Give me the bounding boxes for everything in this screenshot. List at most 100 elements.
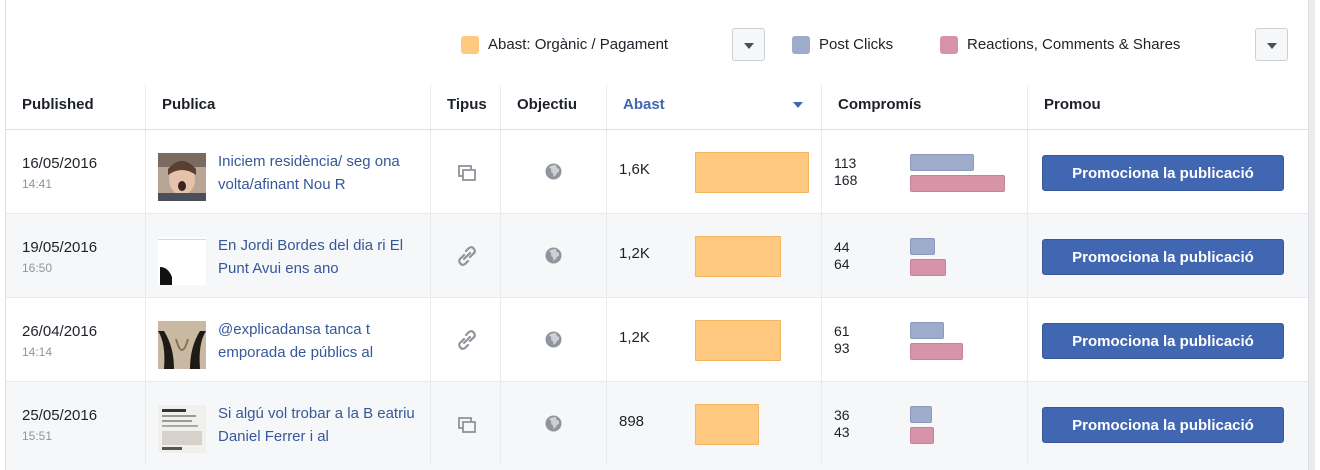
engagement-dropdown-button[interactable] xyxy=(1255,28,1288,61)
post-cell[interactable]: En Jordi Bordes del dia ri El Punt Avui … xyxy=(146,214,431,297)
type-cell xyxy=(431,130,501,213)
publish-date: 19/05/2016 xyxy=(22,239,98,256)
sort-descending-icon[interactable] xyxy=(793,102,803,108)
reactions-value: 64 xyxy=(834,256,850,272)
post-clicks-value: 36 xyxy=(834,407,850,423)
reactions-bar xyxy=(910,175,1005,192)
post-clicks-value: 44 xyxy=(834,239,850,255)
reactions-value: 43 xyxy=(834,424,850,440)
publish-date: 26/04/2016 xyxy=(22,323,98,340)
table-row[interactable]: 26/04/2016 14:14 @explicadansa tanca t e… xyxy=(6,298,1308,382)
chevron-down-icon xyxy=(1267,43,1277,49)
col-compromis[interactable]: Compromís xyxy=(822,85,1028,129)
album-icon xyxy=(458,165,476,181)
post-text-link[interactable]: Iniciem residència/ seg ona volta/afinan… xyxy=(218,150,418,196)
promote-post-button[interactable]: Promociona la publicació xyxy=(1042,323,1284,359)
globe-icon xyxy=(545,415,562,432)
col-tipus[interactable]: Tipus xyxy=(431,85,501,129)
post-text-link[interactable]: En Jordi Bordes del dia ri El Punt Avui … xyxy=(218,234,418,280)
reach-cell: 898 xyxy=(607,382,822,465)
post-thumbnail[interactable] xyxy=(158,153,206,201)
post-thumbnail[interactable] xyxy=(158,237,206,285)
reach-value: 1,6K xyxy=(619,161,650,178)
post-thumbnail[interactable] xyxy=(158,405,206,453)
globe-icon xyxy=(545,163,562,180)
promote-cell: Promociona la publicació xyxy=(1028,214,1308,297)
type-cell xyxy=(431,382,501,465)
reach-cell: 1,2K xyxy=(607,298,822,381)
post-text-link[interactable]: Si algú vol trobar a la B eatriu Daniel … xyxy=(218,402,418,448)
publish-date: 25/05/2016 xyxy=(22,407,98,424)
post-clicks-bar xyxy=(910,154,974,171)
post-clicks-value: 113 xyxy=(834,155,857,171)
reach-bar xyxy=(695,236,781,277)
reactions-bar xyxy=(910,343,963,360)
type-cell xyxy=(431,298,501,381)
published-cell: 19/05/2016 16:50 xyxy=(6,214,146,297)
col-abast[interactable]: Abast xyxy=(607,85,822,129)
post-clicks-bar xyxy=(910,238,935,255)
col-abast-label: Abast xyxy=(623,96,665,113)
promote-cell: Promociona la publicació xyxy=(1028,382,1308,465)
promote-cell: Promociona la publicació xyxy=(1028,130,1308,213)
link-icon xyxy=(458,246,476,266)
engagement-cell: 44 64 xyxy=(822,214,1028,297)
promote-cell: Promociona la publicació xyxy=(1028,298,1308,381)
reach-bar xyxy=(695,152,809,193)
published-cell: 16/05/2016 14:41 xyxy=(6,130,146,213)
post-clicks-bar xyxy=(910,406,932,423)
reach-dropdown-button[interactable] xyxy=(732,28,765,61)
post-thumbnail[interactable] xyxy=(158,321,206,369)
publish-time: 16:50 xyxy=(22,261,53,275)
post-cell[interactable]: Iniciem residència/ seg ona volta/afinan… xyxy=(146,130,431,213)
publish-time: 14:14 xyxy=(22,345,53,359)
post-clicks-bar xyxy=(910,322,944,339)
col-published[interactable]: Published xyxy=(6,85,146,129)
col-objectiu[interactable]: Objectiu xyxy=(501,85,607,129)
published-cell: 26/04/2016 14:14 xyxy=(6,298,146,381)
reactions-legend-swatch xyxy=(940,36,958,54)
engagement-cell: 36 43 xyxy=(822,382,1028,465)
objective-cell xyxy=(501,130,607,213)
table-row[interactable]: 25/05/2016 15:51 Si algú vol trobar a la… xyxy=(6,382,1308,470)
table-row[interactable]: 16/05/2016 14:41 Iniciem residència/ seg… xyxy=(6,130,1308,214)
post-cell[interactable]: @explicadansa tanca t emporada de públic… xyxy=(146,298,431,381)
vertical-scrollbar[interactable] xyxy=(1309,0,1315,470)
publish-time: 14:41 xyxy=(22,177,53,191)
reactions-bar xyxy=(910,427,934,444)
objective-cell xyxy=(501,214,607,297)
clicks-legend-label: Post Clicks xyxy=(819,36,894,53)
globe-icon xyxy=(545,247,562,264)
reach-bar xyxy=(695,320,781,361)
insights-table-panel: Abast: Orgànic / Pagament Post Clicks Re… xyxy=(5,0,1309,470)
reach-bar xyxy=(695,404,759,445)
table-header: Published Publica Tipus Objectiu Abast C… xyxy=(6,85,1308,130)
col-promou[interactable]: Promou xyxy=(1028,85,1308,129)
publish-time: 15:51 xyxy=(22,429,53,443)
legend-bar: Abast: Orgànic / Pagament Post Clicks Re… xyxy=(6,0,1308,86)
reactions-bar xyxy=(910,259,946,276)
globe-icon xyxy=(545,331,562,348)
link-icon xyxy=(458,330,476,350)
objective-cell xyxy=(501,382,607,465)
chevron-down-icon xyxy=(744,43,754,49)
col-publica[interactable]: Publica xyxy=(146,85,431,129)
type-cell xyxy=(431,214,501,297)
reach-value: 1,2K xyxy=(619,329,650,346)
promote-post-button[interactable]: Promociona la publicació xyxy=(1042,407,1284,443)
post-cell[interactable]: Si algú vol trobar a la B eatriu Daniel … xyxy=(146,382,431,465)
promote-post-button[interactable]: Promociona la publicació xyxy=(1042,239,1284,275)
clicks-legend-swatch xyxy=(792,36,810,54)
reach-value: 1,2K xyxy=(619,245,650,262)
reach-legend-swatch xyxy=(461,36,479,54)
promote-post-button[interactable]: Promociona la publicació xyxy=(1042,155,1284,191)
post-text-link[interactable]: @explicadansa tanca t emporada de públic… xyxy=(218,318,418,364)
reach-value: 898 xyxy=(619,413,645,430)
album-icon xyxy=(458,417,476,433)
reach-cell: 1,6K xyxy=(607,130,822,213)
reactions-legend-label: Reactions, Comments & Shares xyxy=(967,36,1181,53)
table-row[interactable]: 19/05/2016 16:50 En Jordi Bordes del dia… xyxy=(6,214,1308,298)
reach-legend-label: Abast: Orgànic / Pagament xyxy=(488,36,669,53)
published-cell: 25/05/2016 15:51 xyxy=(6,382,146,465)
post-clicks-value: 61 xyxy=(834,323,850,339)
